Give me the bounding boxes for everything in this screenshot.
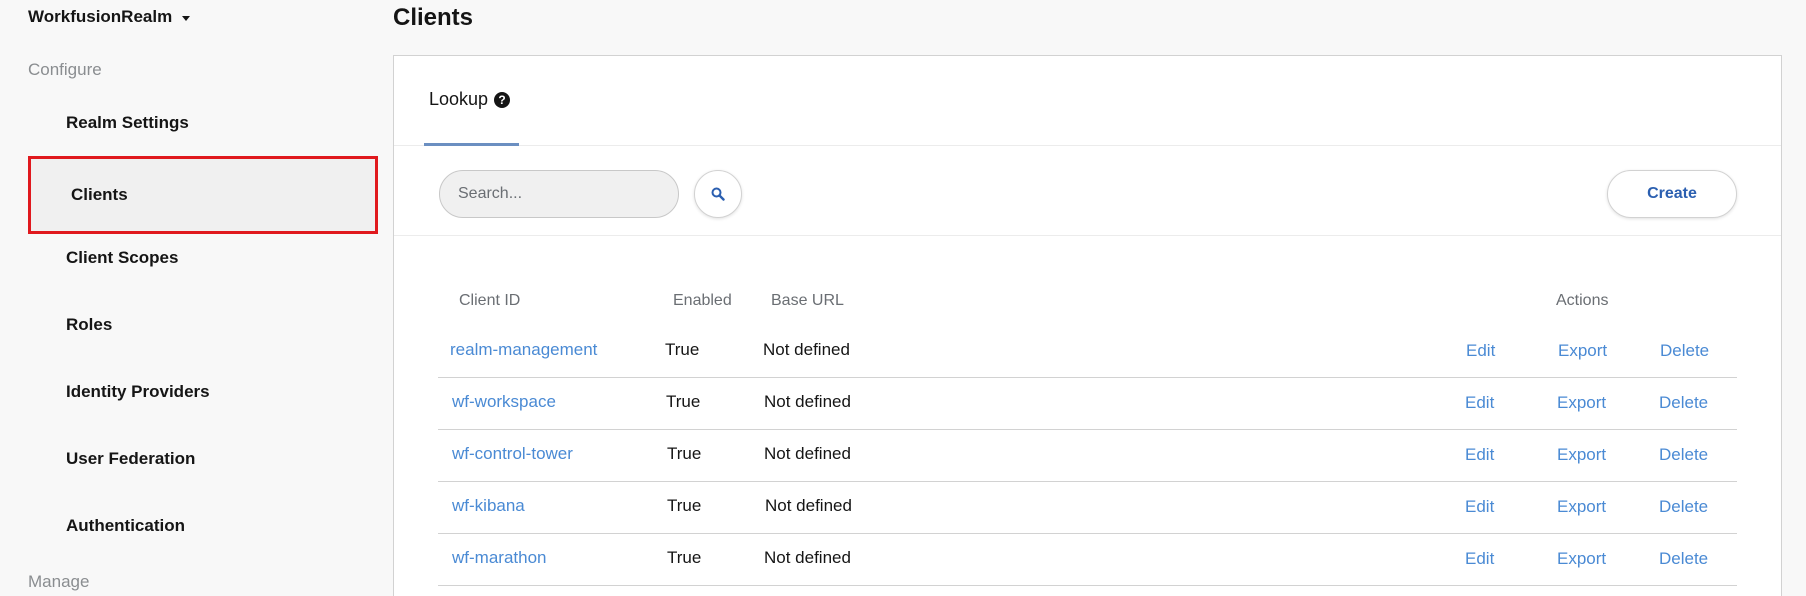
table-row: wf-kibana True Not defined Edit Export D… — [438, 482, 1737, 534]
client-id-link[interactable]: wf-control-tower — [452, 444, 573, 464]
app: WorkfusionRealm Configure Realm Settings… — [0, 0, 1806, 596]
base-url-value: Not defined — [763, 340, 850, 359]
table-header: Client ID Enabled Base URL Actions — [438, 282, 1737, 326]
enabled-value: True — [665, 340, 700, 359]
table-row: realm-management True Not defined Edit E… — [438, 326, 1737, 378]
edit-link[interactable]: Edit — [1465, 445, 1494, 465]
column-header-client-id[interactable]: Client ID — [459, 292, 520, 310]
create-button[interactable]: Create — [1607, 170, 1737, 218]
edit-link[interactable]: Edit — [1466, 341, 1495, 361]
sidebar-item-client-scopes[interactable]: Client Scopes — [28, 221, 378, 295]
base-url-value: Not defined — [765, 496, 852, 515]
client-id-link[interactable]: wf-marathon — [452, 548, 546, 568]
tab-label: Lookup — [429, 89, 489, 109]
sidebar-item-user-federation[interactable]: User Federation — [28, 422, 378, 496]
export-link[interactable]: Export — [1557, 393, 1606, 413]
realm-selector[interactable]: WorkfusionRealm — [28, 6, 191, 28]
sidebar-item-label: Client Scopes — [66, 248, 179, 267]
delete-link[interactable]: Delete — [1659, 445, 1708, 465]
enabled-value: True — [666, 392, 701, 411]
base-url-value: Not defined — [764, 444, 851, 463]
edit-link[interactable]: Edit — [1465, 549, 1494, 569]
client-id-link[interactable]: wf-workspace — [452, 392, 556, 412]
tab-lookup[interactable]: Lookup ? — [424, 56, 519, 146]
sidebar-item-authentication[interactable]: Authentication — [28, 489, 378, 563]
export-link[interactable]: Export — [1557, 549, 1606, 569]
sidebar-item-label: Authentication — [66, 516, 185, 535]
delete-link[interactable]: Delete — [1660, 341, 1709, 361]
realm-name: WorkfusionRealm — [28, 7, 173, 26]
delete-link[interactable]: Delete — [1659, 393, 1708, 413]
page-title: Clients — [393, 4, 474, 31]
search-icon — [711, 187, 725, 201]
client-id-link[interactable]: realm-management — [450, 340, 597, 360]
enabled-value: True — [667, 548, 702, 567]
column-header-actions: Actions — [1556, 292, 1609, 309]
table-row: wf-control-tower True Not defined Edit E… — [438, 430, 1737, 482]
base-url-value: Not defined — [764, 548, 851, 567]
search-button[interactable] — [694, 170, 742, 218]
delete-link[interactable]: Delete — [1659, 549, 1708, 569]
export-link[interactable]: Export — [1557, 497, 1606, 517]
table-row: wf-marathon True Not defined Edit Export… — [438, 534, 1737, 586]
sidebar-item-realm-settings[interactable]: Realm Settings — [28, 86, 378, 160]
manage-section-title: Manage — [28, 572, 90, 591]
column-header-enabled[interactable]: Enabled — [673, 292, 732, 310]
enabled-value: True — [667, 496, 702, 515]
sidebar-item-label: Realm Settings — [66, 113, 189, 132]
clients-table: Client ID Enabled Base URL Actions realm… — [438, 282, 1737, 586]
export-link[interactable]: Export — [1557, 445, 1606, 465]
client-id-link[interactable]: wf-kibana — [452, 496, 525, 516]
toolbar: Create — [394, 146, 1781, 236]
edit-link[interactable]: Edit — [1465, 393, 1494, 413]
column-header-base-url[interactable]: Base URL — [771, 292, 844, 310]
table-row: wf-workspace True Not defined Edit Expor… — [438, 378, 1737, 430]
export-link[interactable]: Export — [1558, 341, 1607, 361]
base-url-value: Not defined — [764, 392, 851, 411]
sidebar-item-label: User Federation — [66, 449, 196, 468]
sidebar-item-label: Identity Providers — [66, 382, 210, 401]
search-input[interactable] — [439, 170, 679, 218]
sidebar: WorkfusionRealm Configure Realm Settings… — [0, 0, 380, 596]
help-icon[interactable]: ? — [494, 91, 511, 108]
sidebar-item-roles[interactable]: Roles — [28, 288, 378, 362]
sidebar-item-label: Roles — [66, 315, 113, 334]
enabled-value: True — [667, 444, 702, 463]
tab-bar: Lookup ? — [394, 56, 1781, 146]
configure-section-title: Configure — [28, 60, 102, 79]
delete-link[interactable]: Delete — [1659, 497, 1708, 517]
caret-down-icon — [182, 15, 191, 21]
sidebar-item-label: Clients — [71, 185, 128, 204]
edit-link[interactable]: Edit — [1465, 497, 1494, 517]
sidebar-item-identity-providers[interactable]: Identity Providers — [28, 355, 378, 429]
